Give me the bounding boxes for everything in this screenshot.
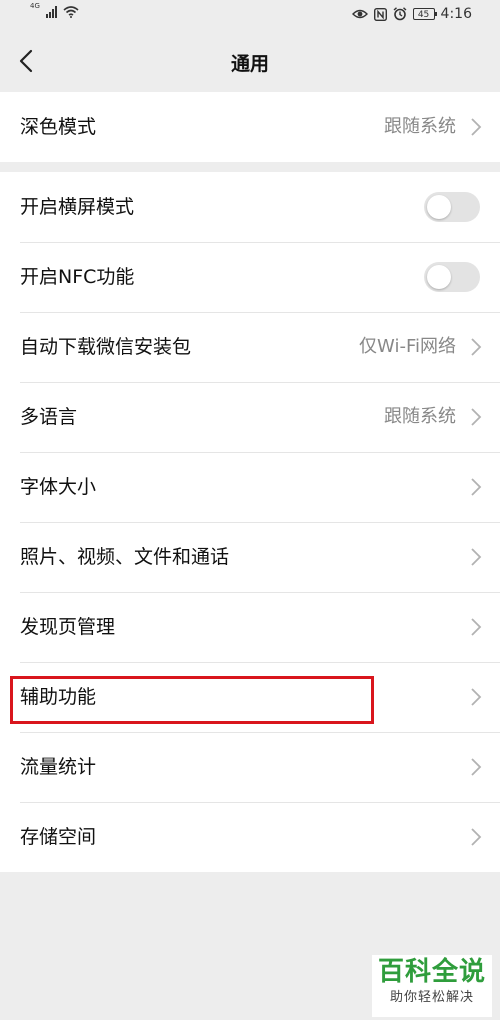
status-bar: 4G 45 4:16 [0, 0, 500, 32]
eye-comfort-icon [351, 8, 368, 20]
battery-icon: 45 [412, 8, 437, 20]
setting-row-dark-mode[interactable]: 深色模式 跟随系统 [0, 92, 500, 162]
chevron-right-icon [471, 758, 482, 776]
setting-row-auto-download[interactable]: 自动下载微信安装包 仅Wi-Fi网络 [0, 312, 500, 382]
chevron-right-icon [471, 828, 482, 846]
nfc-toggle[interactable] [424, 262, 480, 292]
chevron-right-icon [471, 478, 482, 496]
clock-time: 4:16 [440, 6, 472, 22]
setting-row-accessibility[interactable]: 辅助功能 [0, 662, 500, 732]
setting-row-nfc: 开启NFC功能 [0, 242, 500, 312]
setting-label: 开启横屏模式 [20, 196, 135, 218]
setting-row-landscape-mode: 开启横屏模式 [0, 172, 500, 242]
setting-label: 开启NFC功能 [20, 266, 135, 288]
setting-row-font-size[interactable]: 字体大小 [0, 452, 500, 522]
chevron-right-icon [471, 548, 482, 566]
settings-group-display: 深色模式 跟随系统 [0, 92, 500, 162]
landscape-mode-toggle[interactable] [424, 192, 480, 222]
page-title: 通用 [230, 53, 269, 75]
toggle-knob [427, 195, 451, 219]
status-right: 45 4:16 [351, 6, 472, 22]
chevron-right-icon [471, 118, 482, 136]
setting-value: 跟随系统 [384, 116, 456, 137]
status-left: 4G [30, 2, 79, 18]
chevron-right-icon [471, 618, 482, 636]
nfc-icon [373, 7, 387, 21]
setting-label: 深色模式 [20, 116, 97, 138]
chevron-right-icon [471, 408, 482, 426]
setting-label: 字体大小 [20, 476, 97, 498]
setting-label: 发现页管理 [20, 616, 116, 638]
chevron-right-icon [471, 338, 482, 356]
setting-value: 跟随系统 [384, 406, 456, 427]
alarm-clock-icon [393, 7, 407, 21]
setting-label: 存储空间 [20, 826, 97, 848]
network-type: 4G [30, 2, 40, 10]
watermark-subtitle: 助你轻松解决 [389, 990, 474, 1005]
setting-row-media-files-calls[interactable]: 照片、视频、文件和通话 [0, 522, 500, 592]
settings-group-general: 开启横屏模式 开启NFC功能 自动下载微信安装包 仅Wi-Fi网络 多语言 跟随… [0, 172, 500, 872]
signal-bars-icon [45, 6, 57, 18]
setting-row-storage[interactable]: 存储空间 [0, 802, 500, 872]
setting-label: 辅助功能 [20, 686, 97, 708]
setting-row-discover-management[interactable]: 发现页管理 [0, 592, 500, 662]
setting-label: 流量统计 [20, 756, 97, 778]
watermark-title: 百科全说 [377, 957, 486, 987]
setting-label: 照片、视频、文件和通话 [20, 546, 230, 568]
setting-value: 仅Wi-Fi网络 [359, 336, 456, 357]
watermark-logo: 百科全说 助你轻松解决 [372, 955, 492, 1017]
wifi-icon [63, 6, 79, 18]
setting-label: 多语言 [20, 406, 78, 428]
chevron-right-icon [471, 688, 482, 706]
setting-label: 自动下载微信安装包 [20, 336, 192, 358]
nav-bar: 通用 [0, 32, 500, 92]
setting-row-language[interactable]: 多语言 跟随系统 [0, 382, 500, 452]
setting-row-data-usage[interactable]: 流量统计 [0, 732, 500, 802]
toggle-knob [427, 265, 451, 289]
